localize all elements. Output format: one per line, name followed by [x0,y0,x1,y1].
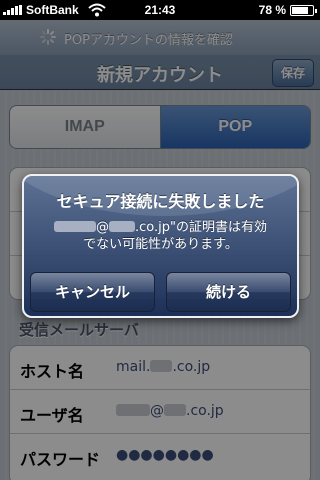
alert-title: セキュア接続に失敗しました [56,192,265,211]
alert-message: @ .co.jp"の証明書は有効 でない可能性があります。 [24,219,297,253]
status-bar: SoftBank 21:43 78 % [0,0,320,20]
alert-message-line-2: でない可能性があります。 [83,237,238,252]
redacted-block [109,221,135,232]
alert-dialog: セキュア接続に失敗しました @ .co.jp"の証明書は有効 でない可能性がありま… [22,174,299,318]
alert-message-line-1: @ .co.jp"の証明書は有効 [24,219,297,236]
battery-icon [290,5,317,16]
redacted-block [54,221,96,232]
battery-percentage: 78 % [258,3,286,17]
cancel-button[interactable]: キャンセル [30,272,155,312]
battery-fill [292,7,308,14]
continue-button[interactable]: 続ける [166,272,291,312]
